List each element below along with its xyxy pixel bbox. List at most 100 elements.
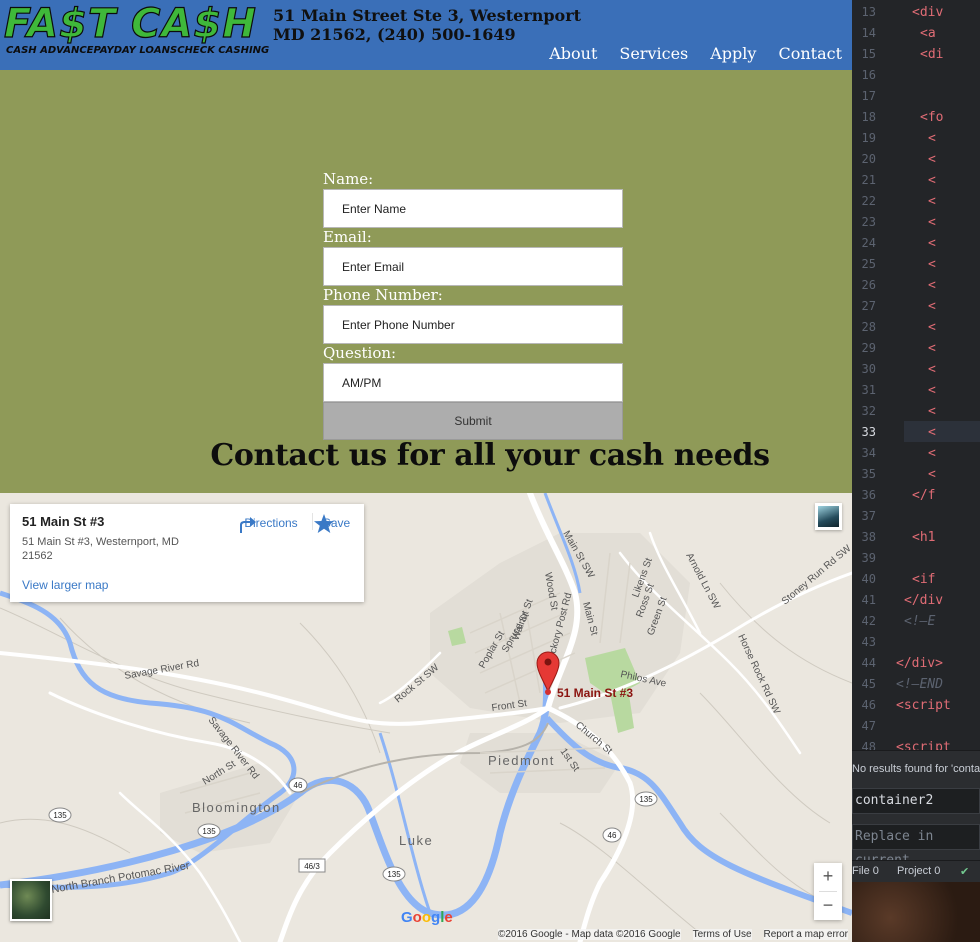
directions-button[interactable]: Directions xyxy=(236,513,306,533)
code-line[interactable]: 34 < xyxy=(852,443,980,464)
code-line[interactable]: 43 xyxy=(852,632,980,653)
line-number: 24 xyxy=(861,236,876,250)
code-line[interactable]: 39 xyxy=(852,548,980,569)
logo-tag-payday-loans: PAYDAY LOANS xyxy=(93,45,178,56)
code-token: < xyxy=(928,341,936,356)
code-text: < xyxy=(928,380,936,401)
question-input[interactable] xyxy=(323,363,623,402)
satellite-layer-button[interactable] xyxy=(10,879,52,921)
nav-apply[interactable]: Apply xyxy=(710,44,756,63)
phone-label: Phone Number: xyxy=(323,286,443,304)
code-text: <h1 xyxy=(912,527,935,548)
terms-of-use-link[interactable]: Terms of Use xyxy=(692,929,752,940)
name-label: Name: xyxy=(323,170,374,188)
code-line[interactable]: 41 </div xyxy=(852,590,980,611)
code-line[interactable]: 18 <fo xyxy=(852,107,980,128)
svg-text:46/3: 46/3 xyxy=(304,862,320,871)
code-line[interactable]: 31 < xyxy=(852,380,980,401)
place-title: 51 Main St #3 xyxy=(22,514,105,529)
route-shield-135: 135 xyxy=(48,807,72,823)
logo-tag-check-cashing: CHECK CASHING xyxy=(177,45,270,56)
address-line-1: 51 Main Street Ste 3, Westernport xyxy=(273,6,582,25)
code-line[interactable]: 47 xyxy=(852,716,980,737)
map-attribution: ©2016 Google - Map data ©2016 Google Ter… xyxy=(497,929,848,940)
code-text: < xyxy=(928,359,936,380)
code-line[interactable]: 24 < xyxy=(852,233,980,254)
status-file-count[interactable]: File 0 xyxy=(852,865,879,877)
line-number: 19 xyxy=(861,131,876,145)
code-editor[interactable]: 13 <div 14 <a 15 <di 16 17 18 <fo 19 <20 <21 <22 <23 <2… xyxy=(852,0,980,942)
find-input[interactable]: container2 xyxy=(852,788,980,814)
svg-text:135: 135 xyxy=(639,795,653,804)
replace-input[interactable]: Replace in current xyxy=(852,824,980,868)
report-map-error-link[interactable]: Report a map error xyxy=(763,929,848,940)
code-line[interactable]: 17 xyxy=(852,86,980,107)
code-line[interactable]: 26 < xyxy=(852,275,980,296)
satellite-view-toggle[interactable] xyxy=(815,503,842,530)
phone-input[interactable] xyxy=(323,305,623,344)
code-line[interactable]: 36 </f xyxy=(852,485,980,506)
line-number: 39 xyxy=(861,551,876,565)
name-input[interactable] xyxy=(323,189,623,228)
marker-label: 51 Main St #3 xyxy=(557,686,633,700)
code-line[interactable]: 46 <script xyxy=(852,695,980,716)
email-input[interactable] xyxy=(323,247,623,286)
zoom-out-button[interactable]: − xyxy=(814,892,842,920)
code-line[interactable]: 15 <di xyxy=(852,44,980,65)
code-line[interactable]: 33 < xyxy=(852,422,980,443)
nav-services[interactable]: Services xyxy=(619,44,688,63)
logo-tag-cash-advance: CASH ADVANCE xyxy=(6,45,94,56)
code-text: < xyxy=(928,422,936,443)
save-button[interactable]: Save xyxy=(312,513,360,533)
code-line[interactable]: 22 < xyxy=(852,191,980,212)
code-line[interactable]: 44 </div> xyxy=(852,653,980,674)
line-number: 31 xyxy=(861,383,876,397)
code-line[interactable]: 19 < xyxy=(852,128,980,149)
nav-about[interactable]: About xyxy=(549,44,597,63)
nav-contact[interactable]: Contact xyxy=(778,44,842,63)
code-token: <!—E xyxy=(904,614,936,629)
code-line[interactable]: 35 < xyxy=(852,464,980,485)
satellite-thumbnail xyxy=(818,506,839,527)
line-number: 28 xyxy=(861,320,876,334)
code-line[interactable]: 16 xyxy=(852,65,980,86)
code-line[interactable]: 42 <!—E xyxy=(852,611,980,632)
code-line[interactable]: 37 xyxy=(852,506,980,527)
code-token: < xyxy=(928,467,936,482)
zoom-in-button[interactable]: + xyxy=(814,863,842,891)
line-number: 33 xyxy=(861,425,876,439)
code-line[interactable]: 45 <!—END xyxy=(852,674,980,695)
view-larger-map-link[interactable]: View larger map xyxy=(22,578,108,592)
code-text: <div xyxy=(912,2,943,23)
code-line[interactable]: 23 < xyxy=(852,212,980,233)
status-project-count[interactable]: Project 0 xyxy=(897,865,940,877)
code-line[interactable]: 38 <h1 xyxy=(852,527,980,548)
code-line[interactable]: 32 < xyxy=(852,401,980,422)
code-line[interactable]: 30 < xyxy=(852,359,980,380)
code-line[interactable]: 13 <div xyxy=(852,2,980,23)
code-line[interactable]: 21 < xyxy=(852,170,980,191)
code-token: < xyxy=(928,383,936,398)
code-line[interactable]: 40 <if xyxy=(852,569,980,590)
road-label: Arnold Ln SW xyxy=(683,551,722,611)
code-line[interactable]: 28 < xyxy=(852,317,980,338)
check-icon: ✔ xyxy=(960,866,970,878)
find-message: No results found for 'conta xyxy=(852,763,980,775)
find-replace-panel: No results found for 'conta container2 R… xyxy=(852,750,980,868)
code-line[interactable]: 27 < xyxy=(852,296,980,317)
code-text: < xyxy=(928,443,936,464)
code-line[interactable]: 25 < xyxy=(852,254,980,275)
google-map[interactable]: Savage River Rd Savage River Rd North St… xyxy=(0,493,852,942)
route-shield-135: 135 xyxy=(197,823,221,839)
status-bar: File 0 Project 0 ✔ xyxy=(852,860,980,882)
address-line-2: MD 21562, (240) 500-1649 xyxy=(273,25,516,44)
line-number: 26 xyxy=(861,278,876,292)
code-line[interactable]: 29 < xyxy=(852,338,980,359)
svg-text:135: 135 xyxy=(53,811,67,820)
code-line[interactable]: 14 <a xyxy=(852,23,980,44)
submit-button[interactable]: Submit xyxy=(323,402,623,440)
logo[interactable]: FA$T CA$H CASH ADVANCE PAYDAY LOANS CHEC… xyxy=(3,2,269,59)
code-text: <fo xyxy=(920,107,943,128)
route-shield-46: 46 xyxy=(602,827,622,843)
code-line[interactable]: 20 < xyxy=(852,149,980,170)
